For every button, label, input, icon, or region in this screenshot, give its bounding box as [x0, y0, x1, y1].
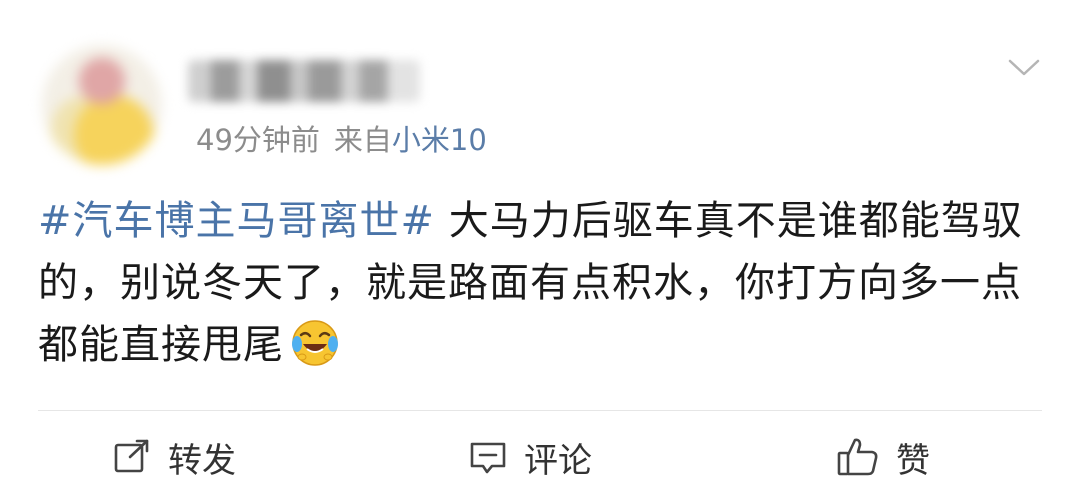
source-prefix: 来自 — [333, 123, 392, 157]
chevron-down-icon — [1008, 59, 1040, 76]
post-time: 49分钟前 — [196, 123, 320, 157]
source-device-link[interactable]: 小米10 — [392, 123, 487, 157]
comment-label: 评论 — [524, 440, 592, 481]
post-content: #汽车博主马哥离世# 大马力后驱车真不是谁都能驾驭的，别说冬天了，就是路面有点积… — [38, 190, 1038, 386]
thumbs-up-icon — [837, 438, 878, 476]
hashtag-link[interactable]: #汽车博主马哥离世# — [38, 198, 435, 244]
share-icon — [114, 439, 149, 473]
post-meta: 49分钟前 来自小米10 — [196, 118, 487, 162]
comment-button[interactable]: 评论 — [468, 432, 592, 482]
avatar[interactable] — [42, 45, 162, 165]
like-button[interactable]: 赞 — [836, 432, 930, 482]
repost-label: 转发 — [168, 440, 236, 481]
post-menu-button[interactable] — [1004, 52, 1044, 82]
comment-icon — [470, 442, 506, 474]
username-blurred[interactable] — [188, 60, 420, 102]
laughing-crying-emoji-icon — [290, 318, 340, 386]
repost-button[interactable]: 转发 — [112, 432, 236, 482]
like-label: 赞 — [896, 440, 930, 481]
divider — [38, 410, 1042, 411]
